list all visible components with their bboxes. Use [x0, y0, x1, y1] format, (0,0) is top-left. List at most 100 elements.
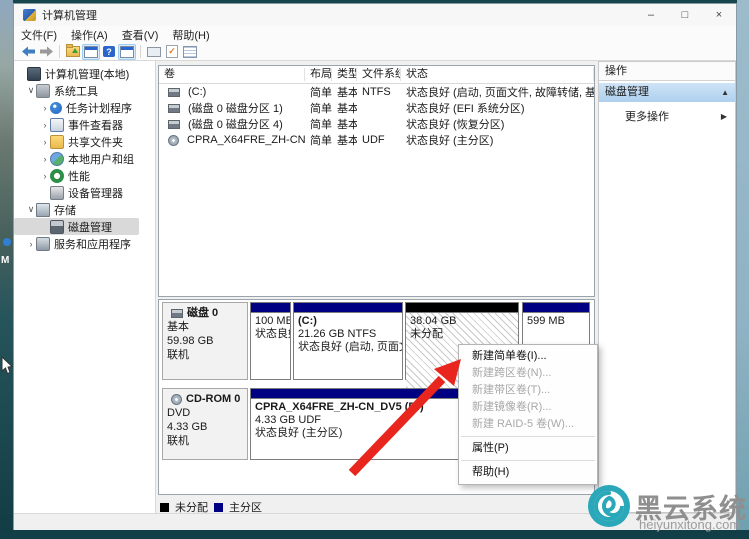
- minimize-button[interactable]: –: [634, 4, 668, 26]
- partition-efi[interactable]: 100 MB 状态良好 (: [250, 302, 291, 380]
- volume-list: 卷 布局 类型 文件系统 状态 (C:) 简单 基本 NTFS 状态良好 (启动…: [158, 65, 595, 297]
- chevron-down-icon[interactable]: ∨: [26, 85, 36, 96]
- computer-icon: [27, 67, 41, 81]
- storage-icon: [36, 203, 50, 217]
- tools-icon: [36, 84, 50, 98]
- volume-icon: [168, 104, 180, 113]
- tree-item-services-applications[interactable]: › 服务和应用程序: [14, 235, 155, 252]
- collapse-icon[interactable]: ▲: [721, 83, 729, 102]
- volume-row-partition4[interactable]: (磁盘 0 磁盘分区 4) 简单 基本 状态良好 (恢复分区): [159, 116, 594, 132]
- desktop-icon-label: M: [1, 255, 9, 266]
- chevron-right-icon[interactable]: ›: [26, 239, 36, 249]
- window-controls: – □ ×: [634, 4, 736, 26]
- toolbar-separator: [59, 45, 60, 58]
- chevron-right-icon[interactable]: ›: [40, 120, 50, 130]
- col-status[interactable]: 状态: [401, 68, 594, 81]
- volume-icon: [168, 120, 180, 129]
- console-tree: 计算机管理(本地) ∨ 系统工具 › 任务计划程序 › 事件查看器: [14, 61, 156, 513]
- chevron-right-icon[interactable]: ›: [40, 154, 50, 164]
- users-icon: [50, 152, 64, 166]
- menu-item-help[interactable]: 帮助(H): [459, 464, 597, 481]
- menu-item-new-spanned-volume: 新建跨区卷(N)...: [459, 365, 597, 382]
- check-document-icon[interactable]: ✓: [163, 44, 181, 60]
- chevron-right-icon[interactable]: ›: [40, 137, 50, 147]
- tree-item-device-manager[interactable]: 设备管理器: [14, 184, 155, 201]
- col-filesystem[interactable]: 文件系统: [357, 68, 401, 81]
- tree-item-performance[interactable]: › 性能: [14, 167, 155, 184]
- close-button[interactable]: ×: [702, 4, 736, 26]
- app-icon: [23, 9, 36, 21]
- volume-row-dvd[interactable]: CPRA_X64FRE_ZH-CN_DV5 (D:) 简单 基本 UDF 状态良…: [159, 132, 594, 148]
- desktop-background-left: M: [0, 0, 13, 539]
- partition-color-bar: [251, 303, 290, 313]
- menu-help[interactable]: 帮助(H): [165, 27, 216, 43]
- partition-c[interactable]: (C:) 21.26 GB NTFS 状态良好 (启动, 页面文件: [293, 302, 403, 380]
- menu-item-new-raid5-volume: 新建 RAID-5 卷(W)...: [459, 416, 597, 433]
- menu-view[interactable]: 查看(V): [115, 27, 166, 43]
- show-window-icon[interactable]: [118, 44, 136, 60]
- watermark-logo-icon: [586, 483, 632, 529]
- menu-item-new-mirrored-volume: 新建镜像卷(R)...: [459, 399, 597, 416]
- menu-item-new-simple-volume[interactable]: 新建简单卷(I)...: [459, 348, 597, 365]
- tree-item-shared-folders[interactable]: › 共享文件夹: [14, 133, 155, 150]
- desktop-icon: [3, 238, 11, 246]
- partition-color-bar: [406, 303, 518, 313]
- services-icon: [36, 237, 50, 251]
- properties-icon[interactable]: [181, 44, 199, 60]
- legend-unallocated-swatch: [160, 503, 169, 512]
- volume-row-partition1[interactable]: (磁盘 0 磁盘分区 1) 简单 基本 状态良好 (EFI 系统分区): [159, 100, 594, 116]
- menu-separator: [461, 460, 595, 461]
- menu-action[interactable]: 操作(A): [64, 27, 115, 43]
- menu-file[interactable]: 文件(F): [14, 27, 64, 43]
- forward-icon[interactable]: [37, 44, 55, 60]
- tree-item-system-tools[interactable]: ∨ 系统工具: [14, 82, 155, 99]
- actions-panel: 操作 磁盘管理 ▲ 更多操作 ▶: [598, 61, 736, 513]
- menu-separator: [461, 436, 595, 437]
- maximize-button[interactable]: □: [668, 4, 702, 26]
- console-tree-icon[interactable]: [82, 44, 100, 60]
- tree-item-storage[interactable]: ∨ 存储: [14, 201, 155, 218]
- col-layout[interactable]: 布局: [305, 68, 332, 81]
- tree-item-task-scheduler[interactable]: › 任务计划程序: [14, 99, 155, 116]
- popup-menu-icon[interactable]: [145, 44, 163, 60]
- context-menu: 新建简单卷(I)... 新建跨区卷(N)... 新建带区卷(T)... 新建镜像…: [458, 344, 598, 485]
- export-folder-icon[interactable]: [64, 44, 82, 60]
- legend-primary-swatch: [214, 503, 223, 512]
- more-actions-item[interactable]: 更多操作 ▶: [599, 108, 735, 126]
- tree-item-computer-management[interactable]: 计算机管理(本地): [14, 65, 155, 82]
- cdrom0-label[interactable]: CD-ROM 0 DVD 4.33 GB 联机: [162, 388, 248, 460]
- col-volume[interactable]: 卷: [159, 68, 305, 81]
- chevron-down-icon[interactable]: ∨: [26, 204, 36, 215]
- device-manager-icon: [50, 186, 64, 200]
- watermark: 黑云系统 heiyunxitong.com: [583, 480, 749, 539]
- actions-title: 操作: [599, 62, 735, 81]
- partition-color-bar: [523, 303, 589, 313]
- task-scheduler-icon: [50, 102, 62, 114]
- main-area: 计算机管理(本地) ∨ 系统工具 › 任务计划程序 › 事件查看器: [14, 61, 736, 513]
- actions-disk-management-section[interactable]: 磁盘管理 ▲: [599, 83, 735, 102]
- volume-icon: [168, 88, 180, 97]
- performance-icon: [50, 169, 64, 183]
- computer-management-window: 计算机管理 – □ × 文件(F) 操作(A) 查看(V) 帮助(H) ?: [13, 3, 737, 530]
- desktop-background-right: [737, 0, 749, 539]
- back-icon[interactable]: [19, 44, 37, 60]
- menu-item-properties[interactable]: 属性(P): [459, 440, 597, 457]
- toolbar: ? ✓: [14, 43, 736, 61]
- menu-item-new-striped-volume: 新建带区卷(T)...: [459, 382, 597, 399]
- watermark-domain: heiyunxitong.com: [639, 517, 740, 532]
- chevron-right-icon[interactable]: ›: [40, 171, 50, 181]
- event-viewer-icon: [50, 118, 64, 132]
- tree-item-disk-management[interactable]: 磁盘管理: [14, 218, 139, 235]
- toolbar-separator: [140, 45, 141, 58]
- tree-item-event-viewer[interactable]: › 事件查看器: [14, 116, 155, 133]
- disk0-label[interactable]: 磁盘 0 基本 59.98 GB 联机: [162, 302, 248, 380]
- col-type[interactable]: 类型: [332, 68, 357, 81]
- tree-item-local-users-groups[interactable]: › 本地用户和组: [14, 150, 155, 167]
- volume-row-c[interactable]: (C:) 简单 基本 NTFS 状态良好 (启动, 页面文件, 故障转储, 基本…: [159, 84, 594, 100]
- help-icon[interactable]: ?: [100, 44, 118, 60]
- disk-management-icon: [50, 220, 64, 234]
- mouse-cursor: [0, 356, 13, 375]
- chevron-right-icon[interactable]: ›: [40, 103, 50, 113]
- cd-icon: [168, 135, 179, 146]
- shared-folders-icon: [50, 135, 64, 149]
